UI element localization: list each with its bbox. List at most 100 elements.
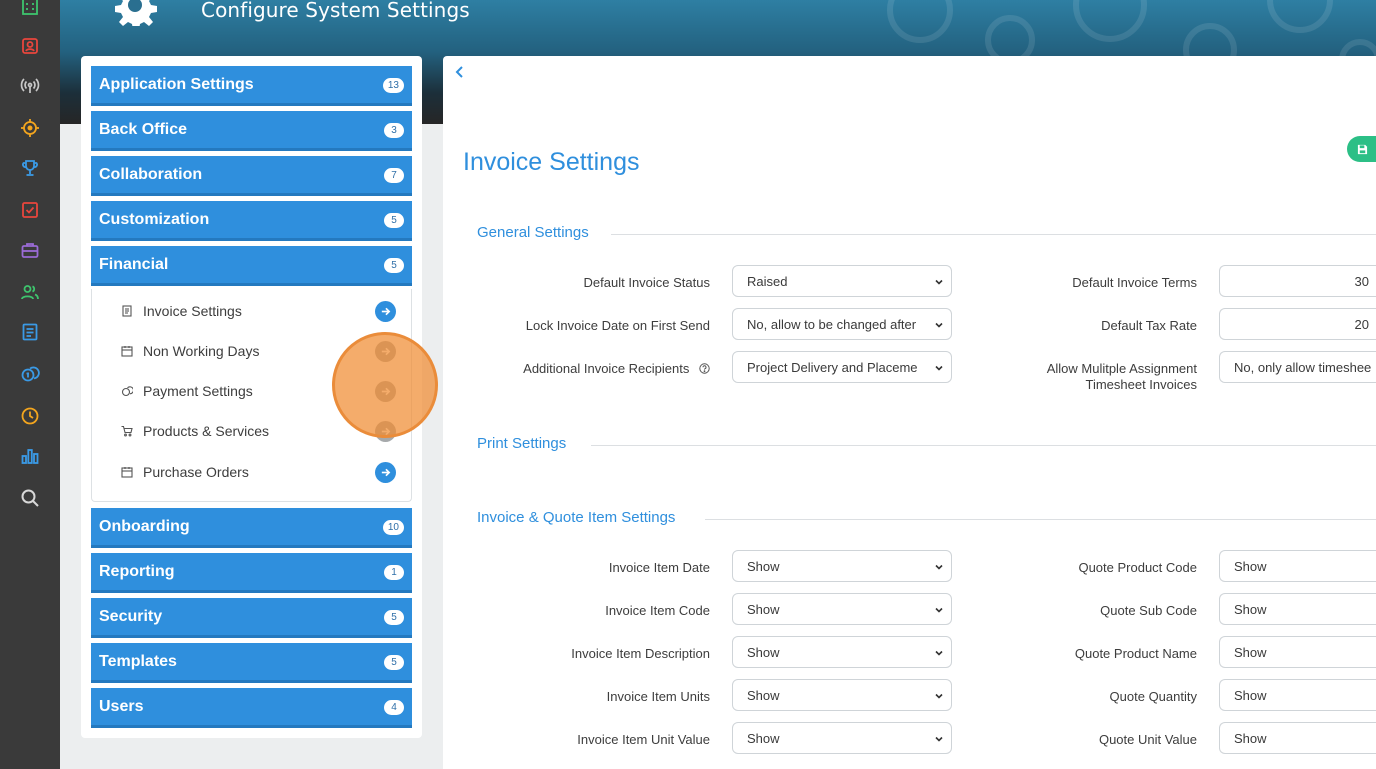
count-badge: 3 [384,123,404,138]
trophy-icon[interactable] [18,156,42,180]
select-default-invoice-status[interactable]: Raised [732,265,952,297]
category-customization[interactable]: Customization 5 [91,201,412,241]
category-label: Templates [99,652,177,670]
select-quote-unit-value[interactable]: Show [1219,722,1376,754]
category-label: Financial [99,255,169,273]
document-icon[interactable] [18,320,42,344]
label-line: Timesheet Invoices [1085,377,1197,392]
select-value: Show [747,601,780,617]
page-header-title: Configure System Settings [201,0,470,22]
arrow-right-icon[interactable] [375,461,396,483]
select-invoice-item-unit-value[interactable]: Show [732,722,952,754]
select-additional-recipients[interactable]: Project Delivery and Placeme [732,351,952,383]
category-back-office[interactable]: Back Office 3 [91,111,412,151]
submenu-item-payment-settings[interactable]: Payment Settings [92,376,411,406]
submenu-label: Purchase Orders [143,464,249,480]
submenu-item-invoice-settings[interactable]: Invoice Settings [92,296,411,326]
submenu-label: Non Working Days [143,343,260,359]
select-quote-product-name[interactable]: Show [1219,636,1376,668]
broadcast-icon[interactable] [18,74,42,98]
input-default-tax-rate[interactable]: 20 [1219,308,1376,340]
select-allow-multiple-assignment[interactable]: No, only allow timeshee [1219,351,1376,383]
select-value: Show [747,730,780,746]
section-divider [591,445,1376,446]
category-financial[interactable]: Financial 5 [91,246,412,286]
input-default-invoice-terms[interactable]: 30 [1219,265,1376,297]
select-value: Show [1234,558,1267,574]
section-title-item-settings: Invoice & Quote Item Settings [477,509,690,526]
invoice-settings-panel: Invoice Settings General Settings Defaul… [443,56,1376,769]
category-onboarding[interactable]: Onboarding 10 [91,508,412,548]
arrow-right-icon[interactable] [375,340,396,362]
select-value: Project Delivery and Placeme [747,359,918,375]
search-icon[interactable] [18,486,42,510]
select-value: Show [747,558,780,574]
label-invoice-item-code: Invoice Item Code [605,603,710,618]
category-security[interactable]: Security 5 [91,598,412,638]
category-application-settings[interactable]: Application Settings 13 [91,66,412,106]
people-icon[interactable] [18,280,42,304]
select-value: Show [1234,644,1267,660]
bar-chart-icon[interactable] [18,444,42,468]
building-icon[interactable] [18,0,42,18]
select-quote-quantity[interactable]: Show [1219,679,1376,711]
coins-icon[interactable] [18,362,42,386]
contact-card-icon[interactable] [18,34,42,58]
label-quote-quantity: Quote Quantity [1109,689,1197,704]
category-collaboration[interactable]: Collaboration 7 [91,156,412,196]
cart-icon [121,425,133,437]
arrow-right-icon[interactable] [375,300,396,322]
label-line: Allow Mulitple Assignment [1046,361,1197,376]
submenu-item-purchase-orders[interactable]: Purchase Orders [92,457,411,487]
calendar-icon [121,346,133,357]
select-quote-product-code[interactable]: Show [1219,550,1376,582]
label-quote-product-code: Quote Product Code [1078,560,1197,575]
clock-icon[interactable] [18,404,42,428]
arrow-right-icon[interactable] [375,420,396,442]
label-quote-product-name: Quote Product Name [1074,646,1197,661]
save-button[interactable] [1347,136,1376,162]
category-users[interactable]: Users 4 [91,688,412,728]
select-invoice-item-code[interactable]: Show [732,593,952,625]
label-default-invoice-status: Default Invoice Status [583,275,710,290]
label-allow-multiple-assignment: Allow Mulitple Assignment Timesheet Invo… [1047,361,1197,393]
select-lock-invoice-date[interactable]: No, allow to be changed after [732,308,952,340]
chevron-down-icon [935,650,943,656]
category-label: Application Settings [99,75,254,93]
select-invoice-item-units[interactable]: Show [732,679,952,711]
category-label: Collaboration [99,165,203,183]
chevron-down-icon [935,564,943,570]
count-badge: 13 [382,78,404,93]
target-icon[interactable] [18,116,42,140]
label-additional-recipients: Additional Invoice Recipients [523,361,710,377]
select-quote-sub-code[interactable]: Show [1219,593,1376,625]
select-value: No, allow to be changed after [747,316,917,332]
submenu-label: Invoice Settings [143,303,242,319]
submenu-item-products-services[interactable]: Products & Services [92,416,411,446]
count-badge: 7 [384,168,404,183]
submenu-label: Products & Services [143,423,270,439]
chevron-down-icon [935,607,943,613]
category-templates[interactable]: Templates 5 [91,643,412,683]
submenu-label: Payment Settings [143,383,253,399]
arrow-right-icon[interactable] [375,380,396,402]
category-reporting[interactable]: Reporting 1 [91,553,412,593]
page-title: Invoice Settings [463,148,640,176]
briefcase-icon[interactable] [18,238,42,262]
checkbox-icon[interactable] [18,198,42,222]
submenu-item-non-working-days[interactable]: Non Working Days [92,336,411,366]
label-invoice-item-description: Invoice Item Description [571,646,710,661]
input-value: 20 [1354,316,1369,332]
chevron-down-icon [935,736,943,742]
select-invoice-item-description[interactable]: Show [732,636,952,668]
select-value: Show [1234,687,1267,703]
category-label: Reporting [99,562,175,580]
category-label: Security [99,607,163,625]
label-text: Additional Invoice Recipients [523,361,690,376]
label-lock-invoice-date: Lock Invoice Date on First Send [525,318,710,333]
help-icon[interactable] [699,363,710,374]
chevron-left-icon[interactable] [453,64,467,80]
chevron-down-icon [935,322,943,328]
category-label: Users [99,697,144,715]
select-invoice-item-date[interactable]: Show [732,550,952,582]
